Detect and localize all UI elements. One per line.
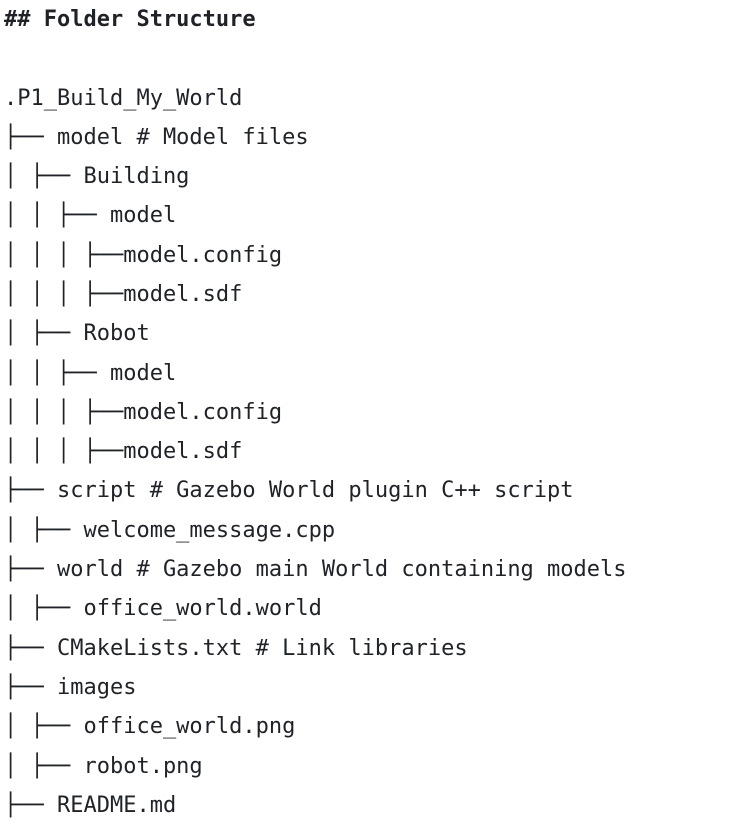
tree-item-world: ├── world # Gazebo main World containing… bbox=[4, 557, 627, 583]
tree-item-robot-model-config: │ │ │ ├──model.config bbox=[4, 399, 283, 425]
tree-item-building-model-sdf: │ │ │ ├──model.sdf bbox=[4, 281, 243, 307]
tree-item-robot-png: │ ├── robot.png bbox=[4, 753, 203, 779]
tree-root: .P1_Build_My_World bbox=[4, 85, 243, 111]
tree-item-readme: ├── README.md bbox=[4, 792, 177, 818]
tree-item-robot-model-sdf: │ │ │ ├──model.sdf bbox=[4, 439, 243, 465]
tree-item-script: ├── script # Gazebo World plugin C++ scr… bbox=[4, 478, 574, 504]
tree-item-welcome-message: │ ├── welcome_message.cpp bbox=[4, 517, 336, 543]
folder-structure-heading: ## Folder Structure bbox=[4, 7, 256, 32]
tree-item-office-world: │ ├── office_world.world bbox=[4, 596, 322, 622]
tree-item-robot-model: │ │ ├── model bbox=[4, 360, 177, 386]
tree-item-building-model: │ │ ├── model bbox=[4, 203, 177, 229]
tree-item-building: │ ├── Building bbox=[4, 164, 190, 190]
tree-item-office-world-png: │ ├── office_world.png bbox=[4, 714, 296, 740]
tree-item-images: ├── images bbox=[4, 674, 137, 700]
tree-item-robot: │ ├── Robot bbox=[4, 321, 150, 347]
markdown-document: ## Folder Structure .P1_Build_My_World ├… bbox=[4, 0, 749, 825]
tree-item-cmakelists: ├── CMakeLists.txt # Link libraries bbox=[4, 635, 468, 661]
tree-item-building-model-config: │ │ │ ├──model.config bbox=[4, 242, 283, 268]
tree-item-model: ├── model # Model files bbox=[4, 124, 309, 150]
folder-tree: .P1_Build_My_World ├── model # Model fil… bbox=[4, 79, 749, 826]
